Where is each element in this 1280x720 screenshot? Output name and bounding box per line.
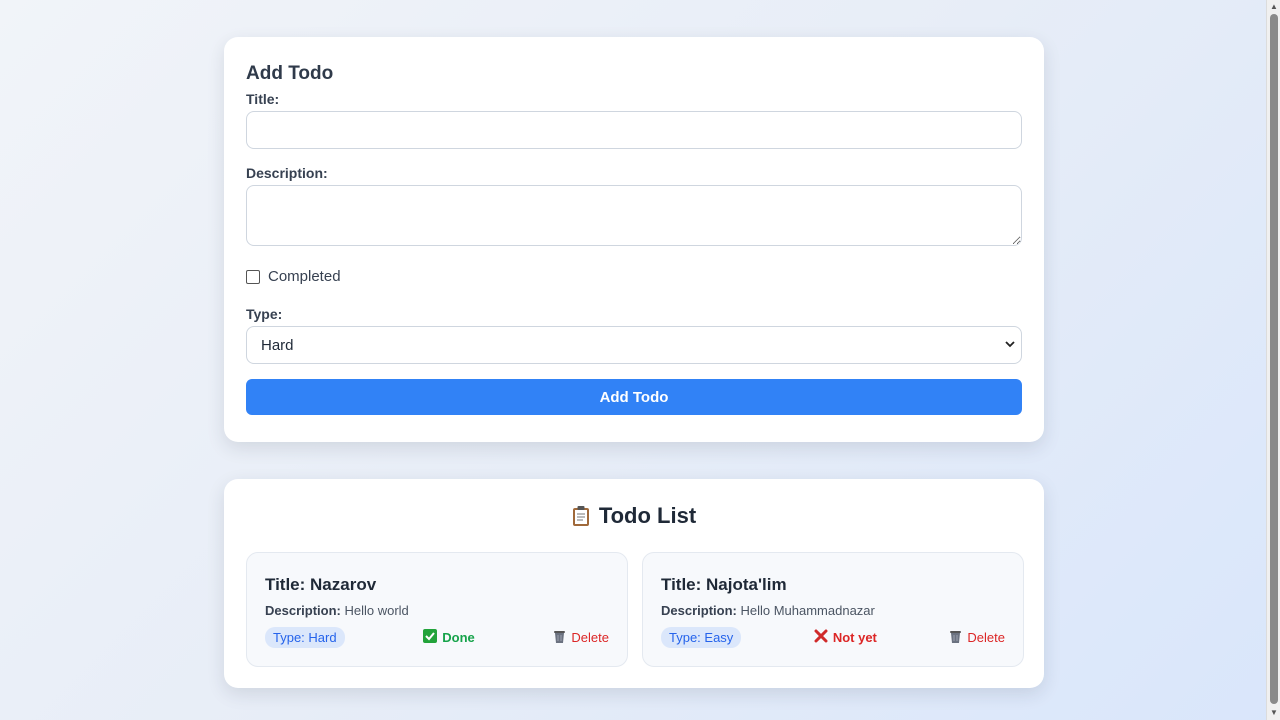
todo-description-text: Hello Muhammadnazar	[740, 603, 875, 618]
description-label: Description:	[246, 165, 328, 181]
todo-description-text: Hello world	[344, 603, 409, 618]
scroll-thumb[interactable]	[1270, 14, 1278, 704]
vertical-scrollbar[interactable]: ▲ ▼	[1266, 0, 1280, 720]
delete-label: Delete	[967, 630, 1005, 645]
todo-list-card: Todo List Title: Nazarov Description: He…	[224, 479, 1044, 688]
todo-title: Title: Najota'lim	[661, 575, 787, 594]
form-heading: Add Todo	[246, 63, 334, 84]
trash-icon	[553, 629, 566, 647]
status-label: Done	[442, 630, 475, 645]
clipboard-icon	[572, 505, 590, 527]
completed-label[interactable]: Completed	[268, 268, 341, 285]
todo-description-label: Description:	[661, 603, 737, 618]
type-select-value: Hard	[261, 336, 294, 354]
todo-description-label: Description:	[265, 603, 341, 618]
chevron-down-icon	[1005, 340, 1015, 351]
todo-list-title: Todo List	[598, 503, 697, 528]
todo-footer: Type: Hard Done Delete	[265, 627, 609, 648]
add-todo-form: Add Todo Title: Description: Completed T…	[224, 37, 1044, 442]
delete-label: Delete	[571, 630, 609, 645]
status-label: Not yet	[832, 630, 877, 645]
delete-button[interactable]: Delete	[553, 629, 609, 647]
todo-footer: Type: Easy Not yet Delete	[661, 627, 1005, 648]
todo-grid: Title: Nazarov Description: Hello world …	[246, 552, 1024, 667]
todo-item: Title: Najota'lim Description: Hello Muh…	[642, 552, 1024, 667]
page: Add Todo Title: Description: Completed T…	[0, 0, 1266, 720]
type-label: Type:	[246, 306, 283, 322]
scroll-up-icon[interactable]: ▲	[1269, 2, 1279, 12]
todo-item: Title: Nazarov Description: Hello world …	[246, 552, 628, 667]
type-select[interactable]: Hard	[246, 326, 1022, 364]
completed-row[interactable]: Completed	[246, 268, 1022, 285]
trash-icon	[949, 629, 962, 647]
status-toggle[interactable]: Not yet	[814, 629, 877, 646]
todo-list-heading: Todo List	[246, 503, 1022, 529]
description-textarea[interactable]	[246, 185, 1022, 246]
todo-description: Description: Hello Muhammadnazar	[661, 603, 1005, 618]
title-input[interactable]	[246, 111, 1022, 149]
check-icon	[423, 629, 438, 646]
type-badge: Type: Easy	[661, 627, 742, 648]
completed-checkbox[interactable]	[246, 269, 260, 284]
scroll-down-icon[interactable]: ▼	[1269, 708, 1279, 718]
type-badge: Type: Hard	[265, 627, 345, 648]
cross-icon	[814, 629, 828, 646]
todo-description: Description: Hello world	[265, 603, 609, 618]
status-toggle[interactable]: Done	[423, 629, 475, 646]
title-label: Title:	[246, 91, 280, 107]
todo-title: Title: Nazarov	[265, 575, 377, 594]
add-todo-button[interactable]: Add Todo	[246, 379, 1022, 415]
delete-button[interactable]: Delete	[949, 629, 1005, 647]
